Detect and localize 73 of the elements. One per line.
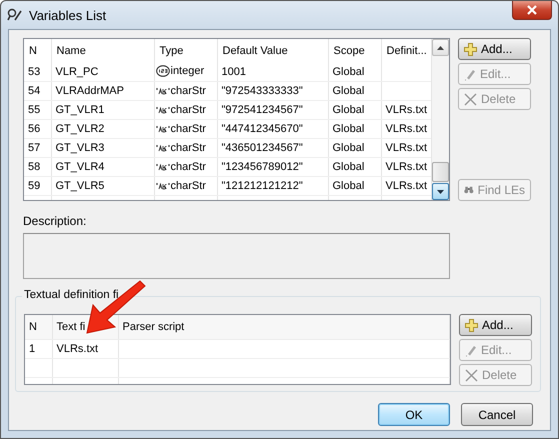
- group-label: Textual definition fi: [22, 289, 121, 301]
- table-cell: charStr: [170, 104, 206, 116]
- table-cell: Global: [328, 100, 381, 120]
- string-type-icon: [156, 162, 170, 170]
- table-cell: 58: [24, 158, 51, 176]
- table-cell: 54: [24, 82, 51, 100]
- table-cell: 57: [24, 138, 51, 158]
- pencil-icon: [464, 68, 476, 80]
- table-cell: "447412345670": [217, 120, 328, 138]
- plus-icon: [465, 318, 478, 332]
- table-cell: Global: [328, 176, 381, 196]
- scrollbar[interactable]: [431, 39, 449, 200]
- table-cell: VLR_PC: [51, 63, 154, 82]
- string-type-icon: [156, 106, 170, 114]
- table-cell: charStr: [170, 160, 206, 172]
- down-arrow-icon: [437, 190, 444, 194]
- table-cell: Global: [328, 82, 381, 100]
- table-cell: GT_VLR1: [51, 100, 154, 120]
- table-cell: Global: [328, 63, 381, 82]
- close-icon: [527, 5, 537, 15]
- table-cell: Global: [328, 158, 381, 176]
- scroll-thumb[interactable]: [432, 162, 449, 182]
- table-cell: 59: [24, 176, 51, 196]
- close-button[interactable]: [512, 1, 552, 20]
- plus-icon: [464, 42, 477, 56]
- cross-icon: [465, 368, 478, 382]
- table-cell: GT_VLR2: [51, 120, 154, 138]
- column-header[interactable]: Type: [154, 39, 217, 63]
- column-header[interactable]: Scope: [328, 39, 381, 63]
- table-cell: VLRs.txt: [52, 340, 118, 358]
- table-cell: VLRAddrMAP: [51, 82, 154, 100]
- scroll-down-button[interactable]: [432, 183, 449, 200]
- add-button[interactable]: Add...: [459, 314, 532, 336]
- column-header[interactable]: Default Value: [217, 39, 328, 63]
- table-cell: GT_VLR4: [51, 158, 154, 176]
- column-header[interactable]: N: [25, 315, 52, 340]
- table-cell: "123456789012": [217, 158, 328, 176]
- column-header[interactable]: Parser script: [118, 315, 450, 340]
- string-type-icon: [156, 86, 170, 94]
- table-cell: "436501234567": [217, 138, 328, 158]
- table-cell: Global: [328, 138, 381, 158]
- cross-icon: [464, 92, 477, 106]
- table-cell: "972543333333": [217, 82, 328, 100]
- scroll-up-button[interactable]: [432, 39, 449, 56]
- table-cell: Global: [328, 120, 381, 138]
- binoculars-icon: [464, 184, 474, 196]
- table-cell: GT_VLR5: [51, 176, 154, 196]
- table-cell: integer: [170, 64, 204, 76]
- string-type-icon: [156, 182, 170, 190]
- table-cell: charStr: [170, 84, 206, 96]
- description-label: Description:: [23, 215, 88, 227]
- window-title: Variables List: [29, 8, 106, 22]
- table-cell: 1001: [217, 63, 328, 82]
- add-button[interactable]: Add...: [458, 38, 531, 60]
- dialog-button[interactable]: Cancel: [461, 403, 533, 426]
- table-cell: 1: [25, 340, 52, 358]
- string-type-icon: [156, 144, 170, 152]
- pencil-icon: [465, 344, 477, 356]
- number-type-icon: [156, 64, 170, 76]
- table-cell: GT_VLR3: [51, 138, 154, 158]
- table-cell: 53: [24, 63, 51, 82]
- column-header[interactable]: Name: [51, 39, 154, 63]
- table-cell: "972541234567": [217, 100, 328, 120]
- description-field[interactable]: [23, 233, 450, 279]
- table-cell: 56: [24, 120, 51, 138]
- table-cell: 55: [24, 100, 51, 120]
- table-cell: charStr: [170, 142, 206, 154]
- dialog-button[interactable]: OK: [378, 403, 450, 426]
- table-cell: charStr: [170, 180, 206, 192]
- table-cell: charStr: [170, 122, 206, 134]
- table-cell: "121212121212": [217, 176, 328, 196]
- string-type-icon: [156, 124, 170, 132]
- up-arrow-icon: [437, 46, 444, 50]
